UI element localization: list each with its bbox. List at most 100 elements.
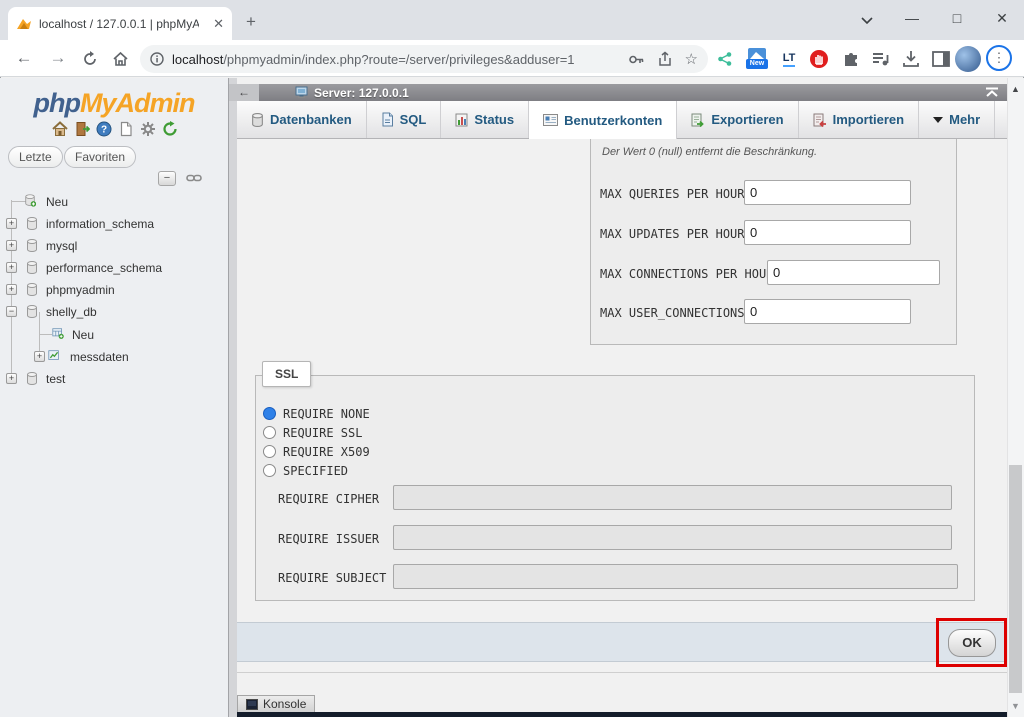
- scrollbar-down-arrow[interactable]: ▼: [1007, 701, 1024, 711]
- scrollbar-thumb[interactable]: [1009, 465, 1022, 693]
- document-icon[interactable]: [118, 121, 134, 137]
- max-queries-input[interactable]: [744, 180, 911, 205]
- ext-media-list-icon[interactable]: [870, 48, 892, 70]
- max-connections-input[interactable]: [767, 260, 940, 285]
- address-bar[interactable]: localhost/phpmyadmin/index.php?route=/se…: [140, 45, 708, 73]
- expand-icon[interactable]: +: [6, 218, 17, 229]
- annotation-highlight-box: [936, 618, 1007, 667]
- downloads-icon[interactable]: [900, 48, 922, 70]
- window-close-button[interactable]: ✕: [987, 10, 1017, 27]
- require-cipher-input[interactable]: [393, 485, 952, 510]
- ssl-legend: SSL: [262, 361, 311, 387]
- link-panels-icon[interactable]: [186, 173, 202, 183]
- pma-logo[interactable]: phpMyAdmin: [0, 88, 228, 119]
- ext-adblock-icon[interactable]: [808, 48, 830, 70]
- refresh-icon[interactable]: [162, 121, 178, 137]
- ext-languagetool-icon[interactable]: LT: [778, 48, 800, 70]
- extensions-puzzle-icon[interactable]: [840, 48, 862, 70]
- server-title: Server: 127.0.0.1: [314, 86, 409, 100]
- settings-icon[interactable]: [140, 121, 156, 137]
- tab-mehr[interactable]: Mehr: [919, 101, 995, 138]
- tab-sql[interactable]: SQL: [367, 101, 442, 138]
- scrollbar-up-arrow[interactable]: ▲: [1007, 84, 1024, 94]
- window-chevron-icon[interactable]: [852, 10, 882, 24]
- sidebar-icon-row: ?: [52, 121, 178, 137]
- password-key-icon[interactable]: [628, 51, 645, 68]
- chevron-down-icon: [933, 117, 943, 123]
- browser-window: localhost / 127.0.0.1 | phpMyAdm ✕ + — □…: [0, 0, 1024, 717]
- tab-datenbanken[interactable]: Datenbanken: [237, 101, 367, 138]
- user-accounts-icon: [543, 114, 558, 126]
- browser-tab[interactable]: localhost / 127.0.0.1 | phpMyAdm ✕: [8, 7, 232, 40]
- panel-back-arrow[interactable]: ←: [229, 84, 259, 101]
- expand-icon[interactable]: +: [6, 240, 17, 251]
- collapse-all-button[interactable]: −: [158, 171, 176, 186]
- require-issuer-input[interactable]: [393, 525, 952, 550]
- window-minimize-button[interactable]: —: [897, 10, 927, 26]
- window-maximize-button[interactable]: □: [942, 10, 972, 26]
- new-tab-button[interactable]: +: [246, 12, 256, 32]
- specified-label: SPECIFIED: [283, 464, 348, 478]
- tree-line: [39, 334, 52, 335]
- max-user-connections-label: MAX USER_CONNECTIONS: [600, 306, 745, 320]
- import-icon: [813, 113, 827, 127]
- radio-specified[interactable]: [263, 464, 276, 477]
- require-subject-input[interactable]: [393, 564, 958, 589]
- scroll-top-icon[interactable]: [985, 87, 999, 98]
- max-updates-input[interactable]: [744, 220, 911, 245]
- favorites-button[interactable]: Favoriten: [64, 146, 136, 168]
- require-ssl-label: REQUIRE SSL: [283, 426, 362, 440]
- svg-text:?: ?: [101, 125, 107, 136]
- server-tabs: Datenbanken SQL Status Benutzerkonten Ex…: [237, 101, 1007, 139]
- side-panel-icon[interactable]: [930, 48, 952, 70]
- expand-icon[interactable]: +: [6, 284, 17, 295]
- max-queries-label: MAX QUERIES PER HOUR: [600, 187, 745, 201]
- radio-require-x509[interactable]: [263, 445, 276, 458]
- tab-importieren[interactable]: Importieren: [799, 101, 920, 138]
- browser-menu-icon[interactable]: ⋮: [986, 45, 1012, 71]
- database-icon: [251, 113, 264, 127]
- console-toggle[interactable]: Konsole: [237, 695, 315, 712]
- limits-note: Der Wert 0 (null) entfernt die Beschränk…: [602, 146, 817, 158]
- server-icon: [295, 86, 310, 99]
- tab-title: localhost / 127.0.0.1 | phpMyAdm: [39, 17, 199, 31]
- server-breadcrumb-bar: Server: 127.0.0.1: [237, 84, 1007, 101]
- expand-icon[interactable]: +: [34, 351, 45, 362]
- console-dock-strip[interactable]: [237, 712, 1007, 717]
- max-user-connections-input[interactable]: [744, 299, 911, 324]
- status-chart-icon: [455, 113, 468, 127]
- back-button[interactable]: ←: [12, 48, 36, 70]
- url-text[interactable]: localhost/phpmyadmin/index.php?route=/se…: [172, 52, 628, 67]
- pma-favicon: [16, 17, 32, 31]
- radio-require-none[interactable]: [263, 407, 276, 420]
- require-subject-label: REQUIRE SUBJECT: [278, 571, 386, 585]
- recent-tables-button[interactable]: Letzte: [8, 146, 63, 168]
- expand-icon[interactable]: +: [6, 262, 17, 273]
- tab-status[interactable]: Status: [441, 101, 529, 138]
- collapse-icon[interactable]: −: [6, 306, 17, 317]
- ext-new-badge-icon[interactable]: New: [746, 48, 768, 70]
- tab-exportieren[interactable]: Exportieren: [677, 101, 798, 138]
- forward-button[interactable]: →: [46, 48, 70, 70]
- ext-share-icon[interactable]: [714, 48, 736, 70]
- logout-icon[interactable]: [74, 121, 90, 137]
- reload-button[interactable]: [78, 48, 102, 70]
- share-icon[interactable]: [657, 51, 673, 67]
- require-cipher-label: REQUIRE CIPHER: [278, 492, 379, 506]
- bookmark-star-icon[interactable]: ☆: [685, 50, 698, 68]
- site-info-icon[interactable]: [150, 52, 164, 66]
- profile-avatar[interactable]: [955, 46, 981, 72]
- tab-benutzerkonten[interactable]: Benutzerkonten: [529, 101, 677, 139]
- radio-require-ssl[interactable]: [263, 426, 276, 439]
- sql-file-icon: [381, 112, 394, 127]
- export-icon: [691, 113, 705, 127]
- docs-icon[interactable]: ?: [96, 121, 112, 137]
- panel-divider[interactable]: [228, 78, 237, 717]
- console-icon: [246, 699, 258, 710]
- max-updates-label: MAX UPDATES PER HOUR: [600, 227, 745, 241]
- tab-close-icon[interactable]: ✕: [213, 17, 224, 30]
- expand-icon[interactable]: +: [6, 373, 17, 384]
- require-none-label: REQUIRE NONE: [283, 407, 370, 421]
- home-icon[interactable]: [52, 121, 68, 137]
- home-button[interactable]: [108, 48, 132, 70]
